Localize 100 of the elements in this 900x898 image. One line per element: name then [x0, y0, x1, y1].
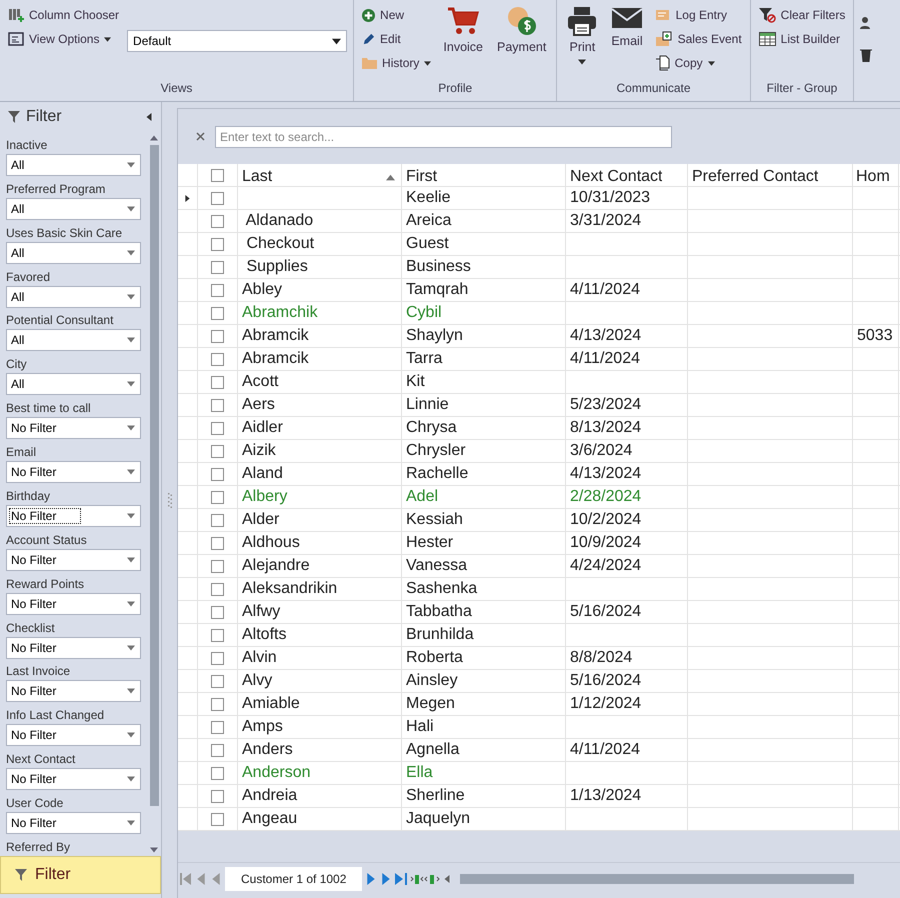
filter-dropdown[interactable]: All	[6, 154, 141, 176]
checkbox[interactable]	[211, 468, 224, 480]
checkbox[interactable]	[211, 652, 224, 664]
dropdown-arrow-icon	[127, 380, 135, 388]
filter-dropdown[interactable]: No Filter	[6, 680, 141, 702]
ribbon-button[interactable]: Email	[607, 4, 647, 81]
checkbox[interactable]	[211, 514, 224, 526]
table-cell: Alvin	[238, 647, 402, 669]
checkbox[interactable]	[211, 536, 224, 550]
checkbox[interactable]	[211, 674, 224, 688]
checkbox[interactable]	[211, 238, 224, 250]
filter-dropdown[interactable]: All	[6, 242, 141, 264]
ribbon-button[interactable]: List Builder	[756, 28, 848, 50]
checkbox[interactable]	[211, 260, 224, 274]
checkbox[interactable]	[211, 214, 224, 228]
filter-tab[interactable]: Filter	[0, 856, 161, 894]
table-cell: 10/9/2024	[566, 532, 688, 554]
checkbox[interactable]	[211, 720, 224, 734]
filter-dropdown[interactable]: No Filter	[6, 592, 141, 615]
checkbox[interactable]	[211, 582, 224, 596]
dropdown-arrow-icon	[127, 644, 135, 652]
ribbon-button[interactable]: New	[360, 4, 434, 26]
delete-icon[interactable]	[860, 48, 872, 62]
last-record-icon[interactable]	[395, 872, 408, 884]
table-cell: 5/16/2024	[566, 601, 688, 623]
filter-dropdown[interactable]: No Filter	[6, 548, 141, 571]
checkbox[interactable]	[211, 812, 224, 826]
checkbox[interactable]	[211, 330, 224, 342]
checkbox[interactable]	[211, 306, 224, 320]
view-dropdown[interactable]: Default	[127, 30, 348, 52]
next-record-icon	[365, 872, 378, 884]
checkbox[interactable]	[211, 284, 224, 296]
checkbox[interactable]	[211, 744, 224, 756]
ribbon-button[interactable]: View Options	[6, 28, 122, 50]
ribbon-button[interactable]: Invoice	[439, 4, 487, 81]
filter-label: Preferred Program	[6, 180, 106, 198]
table-cell: 4/11/2024	[566, 739, 688, 761]
filter-dropdown[interactable]: No Filter	[6, 636, 141, 658]
search-field[interactable]: Enter text to search...	[215, 126, 672, 148]
current-row-icon	[184, 194, 191, 202]
checkbox[interactable]	[211, 444, 224, 458]
first-record-icon[interactable]	[180, 872, 192, 884]
checkbox[interactable]	[211, 422, 224, 434]
checkbox[interactable]	[211, 560, 224, 572]
ribbon-button[interactable]: Print	[563, 4, 602, 81]
filter-dropdown[interactable]: All	[6, 286, 141, 308]
checkbox[interactable]	[211, 192, 224, 204]
filter-label: Inactive	[6, 136, 48, 154]
filter-dropdown[interactable]: All	[6, 198, 141, 220]
checkbox[interactable]	[211, 606, 224, 618]
table-cell: 10/2/2024	[566, 509, 688, 531]
column-header[interactable]: Preferred Contact	[688, 164, 853, 190]
checkbox[interactable]	[211, 766, 224, 780]
table-cell: Ainsley	[402, 670, 566, 692]
filter-dropdown[interactable]: No Filter	[6, 724, 141, 746]
splitter-grip-icon[interactable]	[168, 492, 172, 508]
ribbon-button[interactable]: Column Chooser	[6, 4, 122, 26]
note-add-icon	[654, 31, 673, 47]
table-cell: Aidler	[238, 417, 402, 439]
ribbon-button[interactable]: Sales Event	[652, 28, 744, 50]
column-header[interactable]: First	[402, 164, 566, 190]
checkbox[interactable]	[211, 790, 224, 802]
ribbon-button[interactable]: History	[360, 52, 434, 74]
dropdown-arrow-icon	[127, 731, 135, 740]
add-icon	[362, 8, 376, 22]
table-cell: Kit	[402, 371, 566, 393]
column-header[interactable]: Next Contact	[566, 164, 688, 190]
filter-dropdown[interactable]: No Filter	[6, 504, 141, 527]
ribbon-button[interactable]: Payment	[493, 4, 550, 81]
scroll-left-icon	[443, 874, 452, 882]
filter-dropdown[interactable]: No Filter	[6, 417, 141, 440]
filter-dropdown[interactable]: All	[6, 373, 141, 396]
checkbox[interactable]	[211, 376, 224, 388]
checkbox[interactable]	[211, 168, 224, 182]
table-cell: 5/16/2024	[566, 670, 688, 692]
coins-icon	[506, 6, 538, 36]
filter-dropdown[interactable]: No Filter	[6, 461, 141, 483]
checkbox[interactable]	[211, 698, 224, 710]
close-icon[interactable]	[196, 132, 205, 141]
horizontal-scrollbar[interactable]	[460, 874, 854, 884]
checkbox[interactable]	[211, 398, 224, 412]
next-page-icon	[380, 872, 392, 884]
table-cell: 4/24/2024	[566, 555, 688, 577]
ribbon-button[interactable]: Edit	[360, 28, 434, 50]
checkbox[interactable]	[211, 628, 224, 642]
table-cell: Business	[402, 256, 566, 278]
group-label: Views	[160, 81, 194, 97]
dropdown-arrow-icon	[127, 600, 135, 608]
ribbon-button[interactable]: Copy	[652, 52, 744, 74]
ribbon-button[interactable]: Clear Filters	[756, 4, 848, 26]
pencil-icon	[362, 32, 376, 46]
column-header[interactable]: Hom	[853, 164, 899, 190]
filter-dropdown[interactable]: No Filter	[6, 768, 141, 790]
checkbox[interactable]	[211, 490, 224, 504]
ribbon-button[interactable]: Log Entry	[652, 4, 744, 26]
checkbox[interactable]	[211, 352, 224, 366]
table-cell: Hali	[402, 716, 566, 738]
filter-dropdown[interactable]: All	[6, 329, 141, 352]
filter-dropdown[interactable]: No Filter	[6, 812, 141, 834]
column-header[interactable]: Last	[238, 164, 402, 190]
